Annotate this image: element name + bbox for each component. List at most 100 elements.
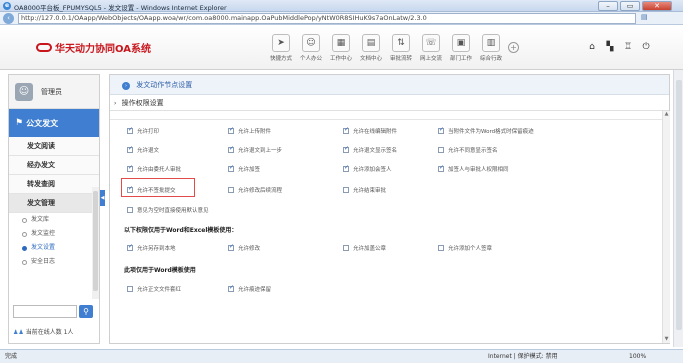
document-icon: ▤: [362, 34, 380, 52]
permission-option[interactable]: 允许另存到本地: [127, 243, 176, 252]
sidebar-scrollbar[interactable]: [92, 187, 99, 299]
permission-option[interactable]: 允许加盖公章: [343, 244, 386, 252]
caret-icon: ›: [114, 100, 117, 107]
permission-option[interactable]: 允许上传附件: [228, 126, 271, 135]
scroll-down-icon[interactable]: ▼: [663, 336, 670, 343]
permission-checkbox[interactable]: [228, 164, 234, 172]
permission-option[interactable]: 允许添加会签人: [343, 164, 392, 173]
permission-option[interactable]: 允许退文显示签名: [343, 145, 398, 154]
permission-option[interactable]: 允许修改后续流程: [228, 186, 282, 194]
browser-scrollbar[interactable]: [673, 70, 683, 347]
sidebar-item[interactable]: 经办发文: [9, 156, 99, 175]
permission-label: 允许修改后续流程: [238, 188, 283, 194]
close-button[interactable]: ✕: [642, 1, 672, 11]
permission-option[interactable]: 允许加签: [228, 164, 260, 173]
permission-checkbox[interactable]: [343, 245, 349, 251]
permission-option[interactable]: 允许痕迹保留: [228, 284, 271, 293]
permission-checkbox[interactable]: [127, 164, 133, 172]
permission-option[interactable]: 允许打印: [127, 126, 160, 135]
toolbar-item[interactable]: ▥ 综合行政: [476, 34, 506, 62]
permission-checkbox[interactable]: [343, 126, 349, 134]
flow-icon: ⇅: [392, 34, 410, 52]
permission-option[interactable]: 允许由委托人审批: [127, 164, 182, 173]
toolbar-item[interactable]: ▦ 工作中心: [326, 34, 356, 62]
chat-icon: ☏: [422, 34, 440, 52]
permission-option[interactable]: 允许退文到上一步: [228, 145, 283, 154]
back-icon[interactable]: ‹: [3, 13, 14, 24]
permission-checkbox[interactable]: [228, 284, 234, 292]
toolbar-item[interactable]: ⇅ 审批流转: [386, 34, 416, 62]
permission-checkbox[interactable]: [127, 286, 133, 292]
sidebar-item[interactable]: 发文管理: [9, 194, 99, 213]
permission-label: 允许打印: [137, 129, 160, 135]
permission-label: 允许不同意显示签名: [448, 148, 498, 154]
browser-scroll-thumb[interactable]: [676, 80, 682, 330]
permission-checkbox[interactable]: [343, 164, 349, 172]
permission-checkbox[interactable]: [228, 243, 234, 251]
permission-option[interactable]: 加签人与审批人权限相同: [438, 164, 509, 173]
zoom-level[interactable]: 100%: [629, 350, 646, 363]
sidebar-item[interactable]: 发文阅读: [9, 137, 99, 156]
power-icon[interactable]: ⏻: [637, 42, 655, 52]
permission-checkbox[interactable]: [127, 243, 133, 251]
toolbar-item[interactable]: ▣ 部门工作: [446, 34, 476, 62]
page-icon: ▤: [641, 13, 648, 21]
permission-checkbox[interactable]: [438, 147, 444, 153]
security-zone: Internet | 保护模式: 禁用: [488, 353, 558, 360]
permission-option[interactable]: 当附件文件为Word格式时保留痕迹: [438, 126, 534, 135]
toolbar-item[interactable]: ☺ 个人办公: [296, 34, 326, 62]
permission-checkbox[interactable]: [438, 164, 444, 172]
permission-option[interactable]: 允许添加个人签章: [438, 244, 492, 252]
permission-checkbox[interactable]: [127, 207, 133, 213]
url-field[interactable]: http://127.0.0.1/OAapp/WebObjects/OAapp.…: [18, 13, 636, 24]
sidebar-subitem[interactable]: 安全日志: [9, 255, 99, 269]
permission-checkbox[interactable]: [228, 145, 234, 153]
permission-option[interactable]: 允许在线编辑附件: [343, 126, 397, 135]
sidebar-subitem[interactable]: 发文设置: [9, 241, 99, 255]
permission-option[interactable]: 意见为空时直接使用默认意见: [127, 206, 209, 214]
permission-checkbox[interactable]: [228, 187, 234, 193]
permission-checkbox[interactable]: [127, 126, 133, 134]
search-button[interactable]: ⚲: [79, 305, 93, 318]
permission-checkbox[interactable]: [343, 145, 349, 153]
sidebar-subitem[interactable]: 发文监控: [9, 227, 99, 241]
permission-option[interactable]: 允许修改: [228, 243, 260, 252]
permission-label: 允许退文显示签名: [353, 148, 398, 154]
module-header[interactable]: ⚑ 公文发文: [9, 109, 99, 137]
permission-checkbox[interactable]: [438, 126, 444, 134]
permission-option[interactable]: 允许结束审批: [343, 186, 386, 194]
search-input[interactable]: [13, 305, 77, 318]
permission-checkbox[interactable]: [438, 245, 444, 251]
window-titlebar: e OA8000平台板_FPUMYSQL5 - 发文设置 - Windows I…: [0, 0, 683, 12]
avatar[interactable]: ☺: [15, 82, 33, 101]
permission-label: 允许结束审批: [353, 188, 387, 194]
permission-label: 允许添加会签人: [353, 167, 392, 173]
sidebar-scroll-thumb[interactable]: [93, 191, 98, 291]
permission-label: 允许退文到上一步: [238, 148, 283, 154]
person-icon: ☺: [302, 34, 320, 52]
minimize-button[interactable]: –: [598, 1, 618, 11]
sidebar-subitem[interactable]: 发文库: [9, 213, 99, 227]
sidebar-item[interactable]: 转发查阅: [9, 175, 99, 194]
permission-checkbox[interactable]: [343, 187, 349, 193]
toolbar-item[interactable]: ➤ 快捷方式: [266, 34, 296, 62]
permission-label: 允许由委托人审批: [137, 167, 182, 173]
toolbar-item[interactable]: ▤ 文档中心: [356, 34, 386, 62]
home-icon[interactable]: ⌂: [583, 42, 601, 52]
toolbar-item[interactable]: ☏ 网上交流: [416, 34, 446, 62]
online-users[interactable]: ♟♟ 当前在线人数 1人: [13, 327, 73, 336]
panel-title-bar: › 发文动作节点设置: [110, 75, 669, 95]
org-icon[interactable]: ▚: [601, 42, 619, 52]
permission-option[interactable]: 允许退文: [127, 145, 159, 154]
permission-checkbox[interactable]: [127, 145, 133, 153]
scroll-up-icon[interactable]: ▲: [663, 111, 670, 118]
add-module-icon[interactable]: +: [508, 42, 519, 53]
toolbar-item-label: 网上交流: [419, 56, 442, 62]
maximize-button[interactable]: ▭: [620, 1, 640, 11]
collapse-sidebar-button[interactable]: ◀: [100, 190, 105, 206]
permission-option[interactable]: 允许不同意显示签名: [438, 146, 498, 154]
shirt-icon[interactable]: ♖: [619, 42, 637, 52]
permission-checkbox[interactable]: [228, 126, 234, 134]
permission-option[interactable]: 允许正文文件套红: [127, 285, 181, 293]
panel-scrollbar[interactable]: ▲ ▼: [662, 111, 670, 343]
